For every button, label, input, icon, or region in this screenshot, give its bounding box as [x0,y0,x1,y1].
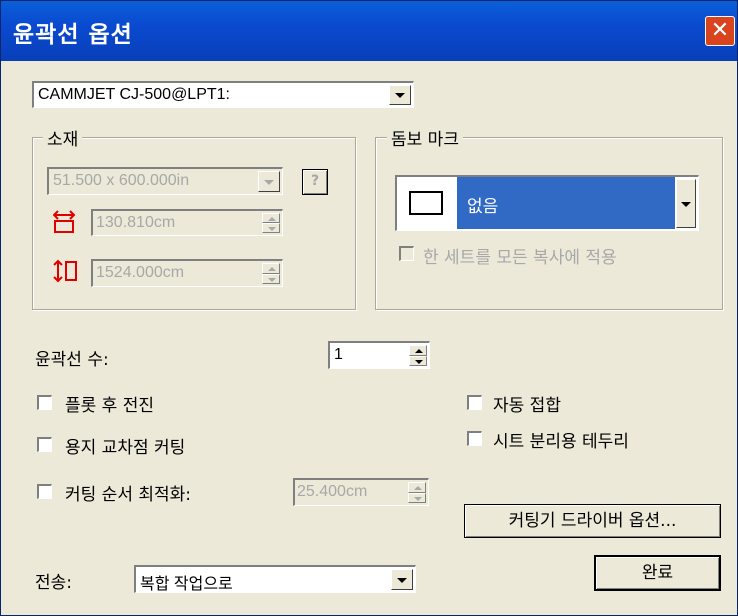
cutter-driver-options-label: 커팅기 드라이버 옵션... [508,511,677,531]
material-size-select: 51.500 x 600.000in [47,167,283,195]
device-select-arrow[interactable] [389,85,411,105]
optimize-order-field: 25.400cm [293,478,429,506]
device-select-value: CAMMJET CJ-500@LPT1: [38,86,230,103]
dombo-mark-arrow[interactable] [676,179,696,228]
paper-cross-cut-label: 용지 교차점 커팅 [65,438,186,458]
width-field: 130.810cm [91,209,283,236]
dombo-mark-swatch [409,191,443,215]
plot-feed-label: 플롯 후 전진 [65,396,155,416]
height-icon [53,259,77,283]
width-spinner [262,213,280,233]
dombo-mark-select[interactable]: 없음 [395,175,699,231]
dombo-mark-value: 없음 [467,197,499,217]
material-size-value: 51.500 x 600.000in [53,172,190,189]
chevron-down-icon [264,179,274,185]
sheet-border-label: 시트 분리용 테두리 [493,432,629,452]
send-select[interactable]: 복합 작업으로 [134,565,416,593]
device-select[interactable]: CAMMJET CJ-500@LPT1: [32,81,414,108]
sheet-border-checkbox[interactable] [467,431,482,446]
contour-count-value: 1 [334,346,343,363]
done-label: 완료 [641,563,674,583]
close-button[interactable]: ✕ [705,16,735,46]
optimize-order-spinner [408,482,426,503]
contour-options-dialog: 윤곽선 옵션 ✕ CAMMJET CJ-500@LPT1: 소재 51.500 … [0,0,738,616]
material-legend: 소재 [43,125,83,150]
send-select-arrow[interactable] [391,569,413,590]
optimize-order-checkbox[interactable] [37,484,52,499]
send-label: 전송: [35,573,73,593]
cutter-driver-options-button[interactable]: 커팅기 드라이버 옵션... [464,504,721,538]
width-value: 130.810cm [96,214,176,231]
apply-all-copies-label: 한 세트를 모든 복사에 적용 [423,248,617,268]
material-help-button: ? [302,169,328,195]
width-icon [53,210,76,233]
chevron-down-icon [395,93,405,98]
done-button[interactable]: 완료 [594,555,721,591]
dombo-mark-selection: 없음 [457,177,675,229]
plot-feed-checkbox[interactable] [37,395,52,410]
auto-weld-checkbox[interactable] [467,395,482,410]
height-field: 1524.000cm [91,259,283,287]
contour-count-label: 윤곽선 수: [35,350,109,370]
material-size-arrow [258,171,280,192]
chevron-down-icon [681,201,691,207]
paper-cross-cut-checkbox[interactable] [37,437,52,452]
height-value: 1524.000cm [96,264,185,281]
window-title: 윤곽선 옵션 [13,22,133,48]
apply-all-copies-checkbox [399,246,414,261]
optimize-order-label: 커팅 순서 최적화: [65,485,192,505]
optimize-order-value: 25.400cm [297,483,368,500]
height-spinner [262,263,280,284]
help-icon: ? [310,173,320,189]
send-select-value: 복합 작업으로 [140,576,233,593]
contour-count-spinner[interactable] [409,345,427,366]
contour-count-field[interactable]: 1 [328,341,430,369]
chevron-down-icon [397,577,407,583]
dombo-mark-legend: 돔보 마크 [387,125,463,150]
title-bar[interactable]: 윤곽선 옵션 ✕ [1,1,737,61]
auto-weld-label: 자동 접합 [493,396,561,416]
close-icon: ✕ [710,18,730,43]
